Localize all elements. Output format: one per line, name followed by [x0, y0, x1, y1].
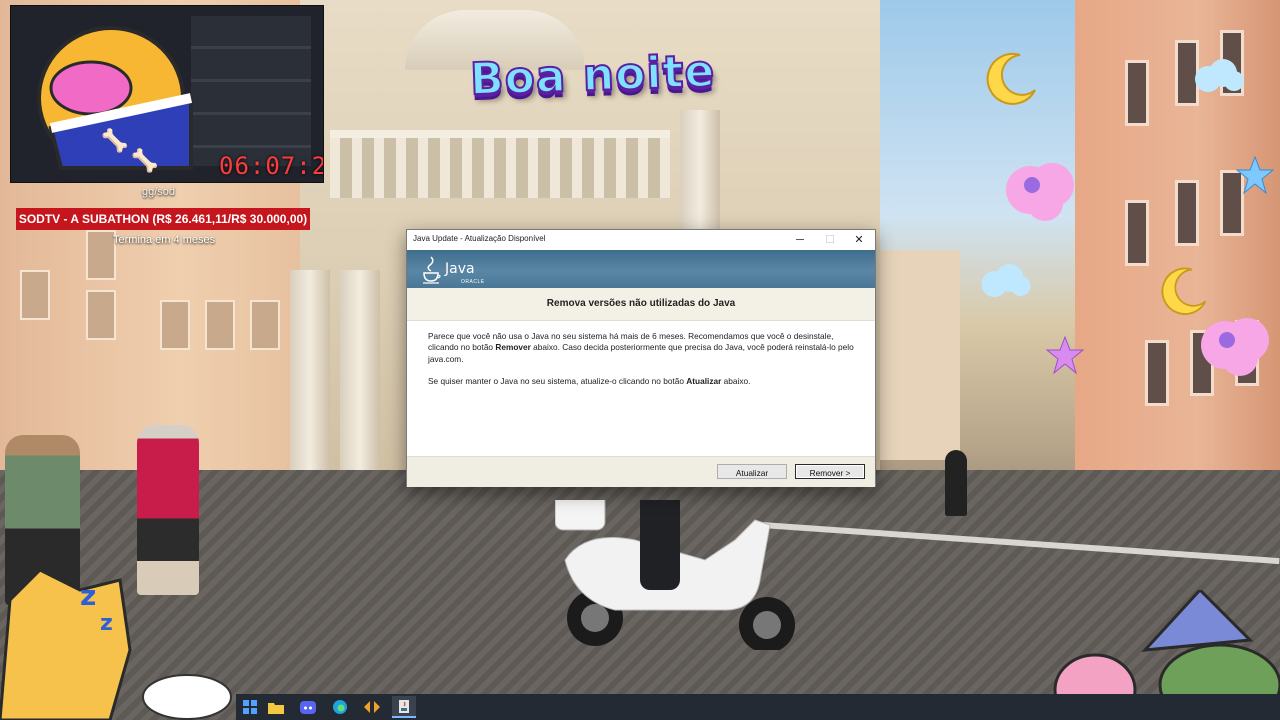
sleeping-character-sticker: 🦴 🦴: [37, 26, 193, 174]
subathon-banner: SODTV - A SUBATHON (R$ 26.461,11/R$ 30.0…: [16, 208, 310, 230]
cloud-icon: [1195, 59, 1244, 92]
paragraph-text: Se quiser manter o Java no seu sistema, …: [428, 376, 687, 387]
scooter: [555, 500, 795, 650]
dialog-heading: Remova versões não utilizadas do Java: [546, 298, 736, 309]
discord-icon[interactable]: [296, 696, 320, 718]
svg-text:z: z: [100, 611, 113, 636]
dialog-body: Parece que você não usa o Java no seu si…: [428, 331, 858, 399]
cloud-bird-icon: [1006, 163, 1074, 221]
minimize-button[interactable]: ─: [785, 230, 815, 250]
sheep-sticker: [142, 674, 232, 720]
windows-icon[interactable]: [238, 696, 262, 718]
remove-button[interactable]: Remover >: [795, 464, 865, 479]
svg-text:🦴: 🦴: [131, 147, 158, 174]
stream-timer: 06:07:25: [219, 152, 323, 180]
remove-keyword: Remover: [495, 342, 531, 353]
java-logo: Java ORACLE: [421, 253, 491, 287]
balcony: [330, 130, 670, 198]
close-button[interactable]: ✕: [844, 230, 874, 250]
java-cup-icon: [423, 256, 441, 284]
maximize-button: ☐: [825, 234, 835, 246]
dialog-footer: Atualizar Remover >: [407, 456, 875, 487]
cloud-icon: [981, 264, 1031, 297]
taskbar: [236, 694, 1280, 720]
update-keyword: Atualizar: [686, 376, 722, 387]
distant-building: [880, 250, 960, 460]
pedestrian: [137, 425, 199, 595]
java-wordmark: Java: [445, 261, 475, 277]
column: [680, 110, 720, 240]
star-icon: [1235, 155, 1275, 195]
paragraph-update: Se quiser manter o Java no seu sistema, …: [428, 376, 858, 387]
title-bar[interactable]: Java Update - Atualização Disponível ─ ☐…: [407, 230, 875, 250]
java-update-icon[interactable]: [392, 696, 416, 718]
heading-band: Remova versões não utilizadas do Java: [407, 288, 875, 321]
paragraph-text: abaixo.: [721, 376, 751, 387]
edge-icon[interactable]: [328, 696, 352, 718]
greeting-text: Boa noite: [468, 45, 717, 107]
moon-icon: [1161, 267, 1207, 315]
sleeping-cat-sticker: z z: [0, 568, 132, 720]
update-button[interactable]: Atualizar: [717, 464, 787, 479]
java-banner: Java ORACLE: [407, 250, 875, 288]
channel-handle: gg/sod: [142, 186, 176, 198]
media-app-icon[interactable]: [360, 696, 384, 718]
svg-text:🦴: 🦴: [101, 127, 128, 154]
star-icon: [1045, 335, 1085, 375]
webcam-overlay: 🦴 🦴 06:07:25: [10, 5, 324, 183]
subathon-status: Termina em 4 meses: [113, 234, 216, 246]
file-explorer-icon[interactable]: [264, 696, 288, 718]
window-title: Java Update - Atualização Disponível: [413, 234, 546, 243]
oracle-wordmark: ORACLE: [461, 279, 485, 285]
pedestrian: [945, 450, 967, 516]
background-shelf: [191, 16, 311, 166]
svg-text:z: z: [80, 579, 96, 612]
cloud-bird-icon: [1201, 318, 1269, 376]
java-update-dialog: Java Update - Atualização Disponível ─ ☐…: [406, 229, 876, 487]
paragraph-remove: Parece que você não usa o Java no seu si…: [428, 331, 858, 365]
moon-icon: [986, 52, 1036, 105]
